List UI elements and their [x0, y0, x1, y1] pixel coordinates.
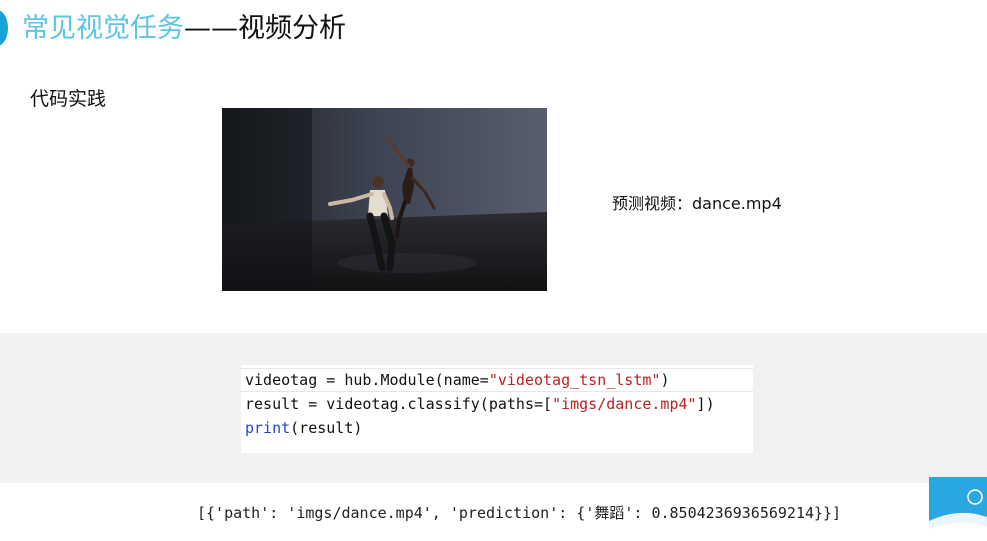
code-line-2: result = videotag.classify(paths=["imgs/… — [245, 393, 715, 415]
title-dash: —— — [184, 13, 238, 44]
code-line-3-text: (result) — [290, 419, 363, 437]
code-cell[interactable]: videotag = hub.Module(name="videotag_tsn… — [241, 365, 753, 453]
title-main: 视频分析 — [238, 13, 346, 44]
code-line-2-string: "imgs/dance.mp4" — [552, 395, 697, 413]
code-line-1-text: videotag = hub.Module(name= — [245, 371, 489, 389]
code-output: [{'path': 'imgs/dance.mp4', 'prediction'… — [197, 504, 842, 522]
code-line-2-text: result = videotag.classify(paths=[ — [245, 395, 553, 413]
code-line-1: videotag = hub.Module(name="videotag_tsn… — [245, 369, 669, 391]
code-line-1-string: "videotag_tsn_lstm" — [488, 371, 661, 389]
video-frame — [222, 108, 547, 291]
floating-widget[interactable] — [929, 477, 987, 541]
code-line-1-end: ) — [660, 371, 670, 389]
left-shadow — [222, 108, 312, 291]
floating-widget-graphic — [929, 477, 987, 541]
section-label: 代码实践 — [30, 88, 107, 110]
dance-video-still — [222, 108, 547, 291]
floor-reflection — [337, 253, 477, 273]
title-bullet-icon — [0, 10, 8, 46]
code-line-3: print(result) — [245, 417, 362, 439]
page-title: 常见视觉任务——视频分析 — [22, 10, 346, 48]
code-line-2-end: ]) — [696, 395, 715, 413]
title-accent: 常见视觉任务 — [22, 13, 184, 44]
code-line-3-keyword: print — [245, 419, 291, 437]
video-caption: 预测视频：dance.mp4 — [612, 194, 782, 213]
